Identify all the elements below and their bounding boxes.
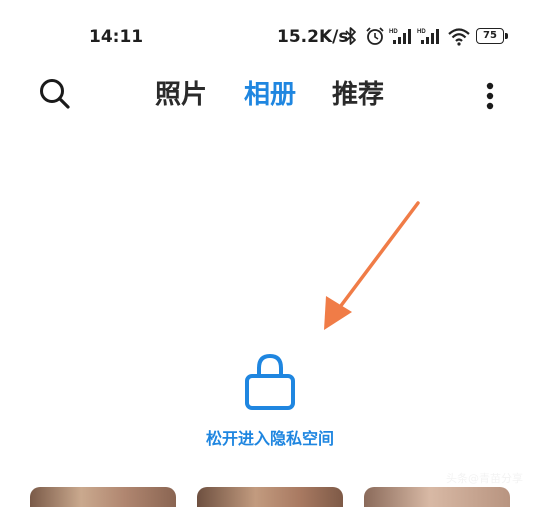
lock-icon[interactable] bbox=[244, 353, 296, 411]
album-thumbnail[interactable] bbox=[30, 487, 176, 507]
album-thumbnail[interactable] bbox=[364, 487, 510, 507]
watermark: 头条@青苗分享 bbox=[446, 472, 523, 485]
album-thumbnail[interactable] bbox=[197, 487, 343, 507]
private-space-label: 松开进入隐私空间 bbox=[205, 429, 334, 448]
